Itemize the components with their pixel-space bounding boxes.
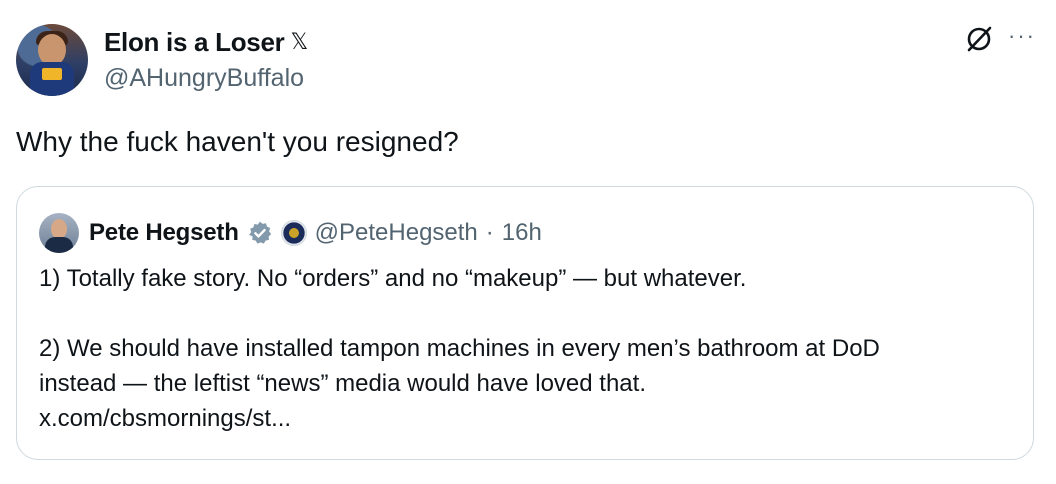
author-display-name[interactable]: Elon is a Loser 𝕏 <box>104 26 308 58</box>
quoted-tweet-time[interactable]: 16h <box>502 219 542 247</box>
author-handle[interactable]: @AHungryBuffalo <box>104 62 304 94</box>
meta-separator: · <box>485 219 494 246</box>
verified-badge-icon <box>248 221 271 244</box>
quoted-author-avatar[interactable] <box>39 213 79 253</box>
quoted-tweet-header: Pete Hegseth @PeteHegseth · 16h <box>89 213 542 253</box>
x-logo-icon: 𝕏 <box>290 29 308 54</box>
quoted-paragraph-1: 1) Totally fake story. No “orders” and n… <box>39 265 747 292</box>
quoted-avatar-suit <box>45 237 73 253</box>
quoted-tweet-link[interactable]: x.com/cbsmornings/st... <box>39 401 1013 436</box>
quoted-author-handle[interactable]: @PeteHegseth <box>315 219 478 247</box>
government-seal-icon <box>280 220 307 246</box>
quoted-tweet-body: 1) Totally fake story. No “orders” and n… <box>39 261 1013 436</box>
author-name-text[interactable]: Elon is a Loser <box>104 26 285 58</box>
avatar-jersey-number <box>42 68 62 80</box>
grok-icon[interactable] <box>964 24 994 54</box>
more-options-icon[interactable]: ··· <box>1008 25 1036 47</box>
quoted-avatar-face <box>51 219 67 239</box>
quoted-paragraph-2-line-2: instead — the leftist “news” media would… <box>39 370 646 397</box>
quoted-paragraph-2-line-1: 2) We should have installed tampon machi… <box>39 335 880 362</box>
author-avatar[interactable] <box>16 24 88 96</box>
quoted-author-name[interactable]: Pete Hegseth <box>89 219 239 247</box>
tweet-text: Why the fuck haven't you resigned? <box>16 126 459 157</box>
tweet-actions: ··· <box>964 24 1036 54</box>
quoted-tweet-card[interactable]: Pete Hegseth @PeteHegseth · 16h 1) Total… <box>16 186 1034 460</box>
